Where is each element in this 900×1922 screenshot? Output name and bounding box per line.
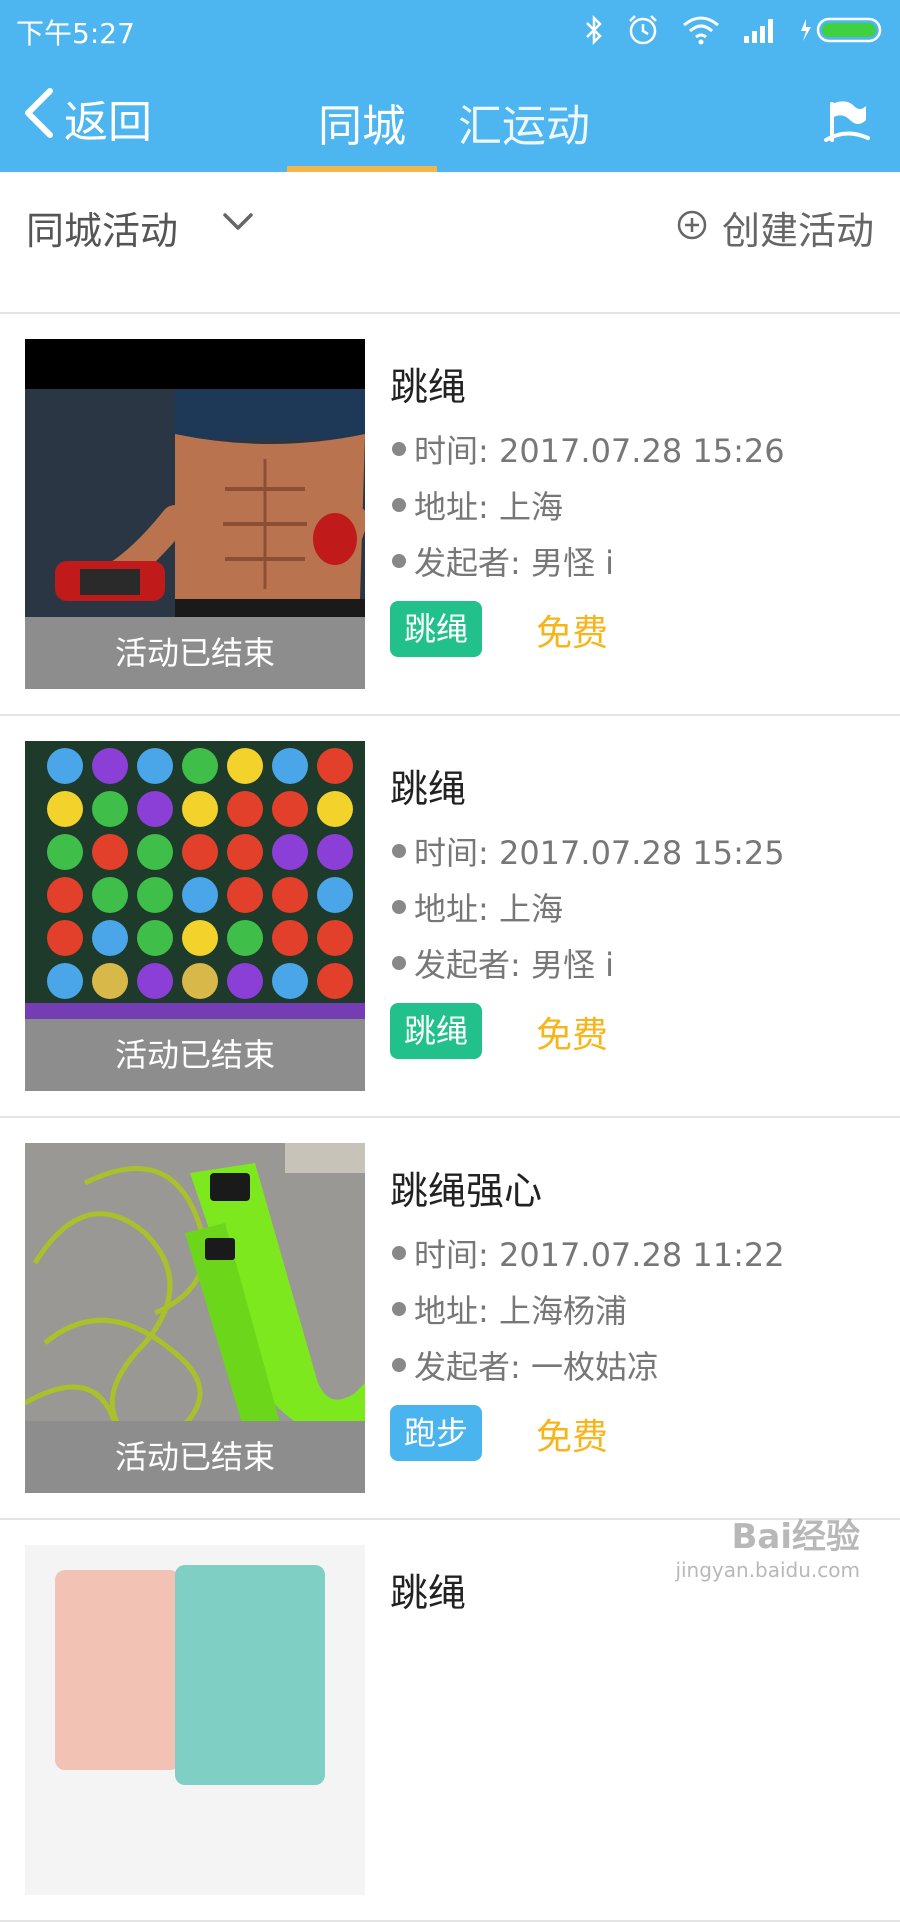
- activity-time: 时间: 2017.07.28 15:25: [392, 828, 785, 874]
- activity-list: 活动已结束 跳绳 时间: 2017.07.28 15:26 地址: 上海 发起者…: [0, 314, 900, 1922]
- flag-icon[interactable]: [824, 98, 870, 148]
- activity-card[interactable]: 活动已结束 跳绳 时间: 2017.07.28 15:26 地址: 上海 发起者…: [0, 314, 900, 716]
- activity-time: 时间: 2017.07.28 15:26: [392, 426, 785, 472]
- activity-organizer: 发起者: 一枚姑凉: [392, 1342, 659, 1388]
- activity-title: 跳绳: [390, 767, 467, 811]
- activity-organizer: 发起者: 男怪 i: [392, 940, 614, 986]
- activity-image: [25, 1545, 365, 1895]
- activity-time: 时间: 2017.07.28 11:22: [392, 1230, 785, 1276]
- status-icons: [584, 10, 886, 50]
- bullet-icon: [392, 844, 406, 858]
- bullet-icon: [392, 1246, 406, 1260]
- bullet-icon: [392, 900, 406, 914]
- activity-address: 地址: 上海杨浦: [392, 1286, 627, 1332]
- activity-image: 活动已结束: [25, 741, 365, 1091]
- create-activity-label: 创建活动: [721, 209, 874, 253]
- activity-card[interactable]: 活动已结束 跳绳 时间: 2017.07.28 15:25 地址: 上海 发起者…: [0, 716, 900, 1118]
- activity-price: 免费: [536, 1417, 609, 1458]
- activity-address: 地址: 上海: [392, 884, 563, 930]
- chevron-down-icon[interactable]: [222, 212, 254, 236]
- activity-title: 跳绳强心: [390, 1169, 543, 1213]
- activity-address: 地址: 上海: [392, 482, 563, 528]
- battery-icon: [800, 15, 886, 45]
- activity-card[interactable]: 活动已结束 跳绳强心 时间: 2017.07.28 11:22 地址: 上海杨浦…: [0, 1118, 900, 1520]
- bullet-icon: [392, 1302, 406, 1316]
- watermark-brand: Bai经验: [731, 1517, 860, 1557]
- watermark: Bai经验 jingyan.baidu.com: [675, 1509, 860, 1582]
- bullet-icon: [392, 554, 406, 568]
- alarm-icon: [626, 13, 660, 47]
- signal-icon: [742, 16, 778, 44]
- activity-title: 跳绳: [390, 365, 467, 409]
- plus-circle-icon: [676, 206, 708, 250]
- bullet-icon: [392, 442, 406, 456]
- activity-image: 活动已结束: [25, 339, 365, 689]
- wifi-icon: [682, 15, 720, 45]
- activity-price: 免费: [536, 1015, 609, 1056]
- activity-organizer: 发起者: 男怪 i: [392, 538, 614, 584]
- activity-tag: 跑步: [390, 1405, 483, 1461]
- activity-tag: 跳绳: [390, 601, 483, 657]
- create-activity-button[interactable]: 创建活动: [676, 200, 874, 255]
- back-button[interactable]: 返回: [22, 87, 152, 150]
- bullet-icon: [392, 956, 406, 970]
- back-label: 返回: [64, 97, 152, 148]
- activity-title: 跳绳: [390, 1571, 467, 1615]
- filter-bar: 同城活动 创建活动: [0, 172, 900, 314]
- bluetooth-icon: [584, 14, 604, 46]
- bullet-icon: [392, 1358, 406, 1372]
- activity-status: 活动已结束: [25, 1019, 365, 1091]
- tab-same-city[interactable]: 同城: [318, 90, 406, 154]
- activity-status: 活动已结束: [25, 1421, 365, 1493]
- activity-tag: 跳绳: [390, 1003, 483, 1059]
- bullet-icon: [392, 498, 406, 512]
- watermark-url: jingyan.baidu.com: [675, 1558, 860, 1582]
- status-time: 下午5:27: [16, 17, 135, 50]
- tab-all-sports[interactable]: 汇运动: [458, 90, 590, 154]
- chevron-left-icon: [22, 87, 56, 150]
- activity-status: 活动已结束: [25, 617, 365, 689]
- activity-price: 免费: [536, 613, 609, 654]
- app-header: 下午5:27 返回 同城 汇运动: [0, 0, 900, 172]
- activity-image: 活动已结束: [25, 1143, 365, 1493]
- city-activity-filter[interactable]: 同城活动: [26, 200, 178, 255]
